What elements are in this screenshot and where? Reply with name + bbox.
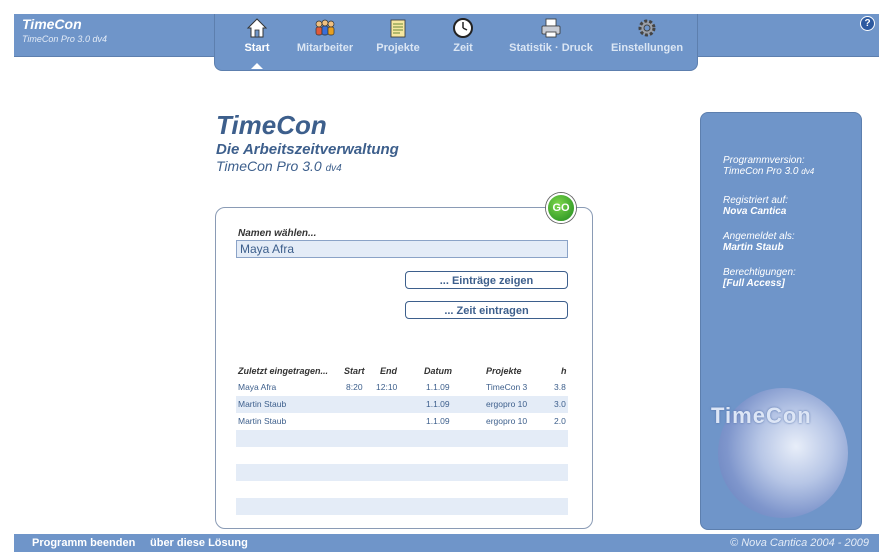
go-button[interactable]: GO: [546, 193, 576, 223]
about-link[interactable]: über diese Lösung: [150, 537, 248, 549]
permissions-value: [Full Access]: [723, 278, 785, 289]
table-row[interactable]: Martin Staub 1.1.09 ergopro 10 3.0: [236, 396, 568, 413]
brand-heading: TimeCon Die Arbeitszeitverwaltung TimeCo…: [216, 110, 399, 174]
logged-in-value: Martin Staub: [723, 242, 784, 253]
app-title: TimeCon: [22, 16, 82, 32]
table-row-empty: [236, 447, 568, 464]
start-card: GO Namen wählen... ... Einträge zeigen .…: [215, 193, 593, 529]
quit-program-link[interactable]: Programm beenden: [32, 537, 135, 549]
cell-project: TimeCon 3: [486, 382, 528, 392]
table-row-empty: [236, 498, 568, 515]
brand-subtitle: Die Arbeitszeitverwaltung: [216, 141, 399, 158]
program-version-text: TimeCon Pro 3.0: [723, 166, 799, 177]
table-row-empty: [236, 464, 568, 481]
notepad-icon: [390, 19, 406, 38]
table-row-empty: [236, 481, 568, 498]
name-select-field[interactable]: [236, 240, 568, 258]
brand-version-text: TimeCon Pro 3.0: [216, 158, 322, 174]
gear-icon: [638, 19, 656, 37]
cell-date: 1.1.09: [426, 416, 450, 426]
program-version-value: TimeCon Pro 3.0 dv4: [723, 166, 814, 177]
registered-info: Registriert auf: Nova Cantica: [723, 195, 788, 217]
brand-version: TimeCon Pro 3.0 dv4: [216, 158, 399, 174]
printer-icon: [541, 18, 561, 38]
main-nav: Start Mitarbeiter Projekte Zeit Statisti…: [214, 14, 698, 71]
nav-mitarbeiter[interactable]: Mitarbeiter: [291, 17, 359, 69]
cell-date: 1.1.09: [426, 382, 450, 392]
nav-label: Statistik · Druck: [509, 42, 593, 54]
table-row-empty: [236, 430, 568, 447]
column-header: h: [561, 366, 567, 376]
clock-icon: [453, 18, 473, 38]
home-icon: [246, 18, 268, 38]
program-version-info: Programmversion: TimeCon Pro 3.0 dv4: [723, 155, 814, 177]
nav-zeit[interactable]: Zeit: [440, 17, 486, 69]
nav-projekte[interactable]: Projekte: [370, 17, 426, 69]
cell-date: 1.1.09: [426, 399, 450, 409]
nav-label: Zeit: [453, 42, 473, 54]
nav-label: Mitarbeiter: [296, 42, 354, 54]
column-header: Datum: [424, 366, 453, 376]
app-subtitle: TimeCon Pro 3.0 dv4: [22, 34, 107, 44]
logged-in-info: Angemeldet als: Martin Staub: [723, 231, 795, 253]
cell-end: 12:10: [376, 382, 398, 392]
column-header: Zuletzt eingetragen...: [238, 366, 329, 376]
cell-hours: 3.8: [554, 382, 566, 392]
help-icon[interactable]: ?: [860, 16, 875, 31]
program-version-label: Programmversion:: [723, 155, 805, 166]
info-panel: Programmversion: TimeCon Pro 3.0 dv4 Reg…: [700, 112, 862, 530]
permissions-info: Berechtigungen: [Full Access]: [723, 267, 796, 289]
people-icon: [315, 19, 335, 36]
table-header: Zuletzt eingetragen... Start End Datum P…: [236, 363, 568, 379]
copyright-text: © Nova Cantica 2004 - 2009: [730, 537, 869, 549]
cell-hours: 2.0: [554, 416, 566, 426]
column-header: End: [380, 366, 397, 376]
program-version-suffix: dv4: [801, 167, 815, 176]
logged-in-label: Angemeldet als:: [723, 231, 795, 242]
cell-name: Maya Afra: [238, 382, 277, 392]
nav-label: Start: [244, 42, 270, 54]
brand-version-suffix: dv4: [325, 163, 342, 174]
table-row[interactable]: Martin Staub 1.1.09 ergopro 10 2.0: [236, 413, 568, 430]
cell-start: 8:20: [346, 382, 363, 392]
nav-einstellungen[interactable]: Einstellungen: [605, 17, 689, 69]
column-header: Projekte: [486, 366, 522, 376]
name-label: Namen wählen...: [238, 228, 317, 239]
nav-statistik-druck[interactable]: Statistik · Druck: [501, 17, 601, 69]
nav-label: Projekte: [376, 42, 420, 54]
nav-label: Einstellungen: [610, 42, 684, 54]
nav-start[interactable]: Start: [233, 17, 281, 69]
cell-hours: 3.0: [554, 399, 566, 409]
active-tab-arrow: [251, 63, 263, 69]
bottom-bar: Programm beenden über diese Lösung © Nov…: [14, 534, 879, 552]
show-entries-button[interactable]: ... Einträge zeigen: [405, 271, 568, 289]
cell-project: ergopro 10: [486, 416, 528, 426]
column-header: Start: [344, 366, 365, 376]
recent-entries-table: Zuletzt eingetragen... Start End Datum P…: [236, 363, 568, 515]
permissions-label: Berechtigungen:: [723, 267, 796, 278]
brand-title: TimeCon: [216, 110, 327, 140]
registered-value: Nova Cantica: [723, 206, 787, 217]
registered-label: Registriert auf:: [723, 195, 789, 206]
timecon-logo-text: TimeCon: [711, 403, 812, 428]
table-row[interactable]: Maya Afra 8:20 12:10 1.1.09 TimeCon 3 3.…: [236, 379, 568, 396]
cell-name: Martin Staub: [238, 416, 287, 426]
cell-project: ergopro 10: [486, 399, 528, 409]
enter-time-button[interactable]: ... Zeit eintragen: [405, 301, 568, 319]
cell-name: Martin Staub: [238, 399, 287, 409]
